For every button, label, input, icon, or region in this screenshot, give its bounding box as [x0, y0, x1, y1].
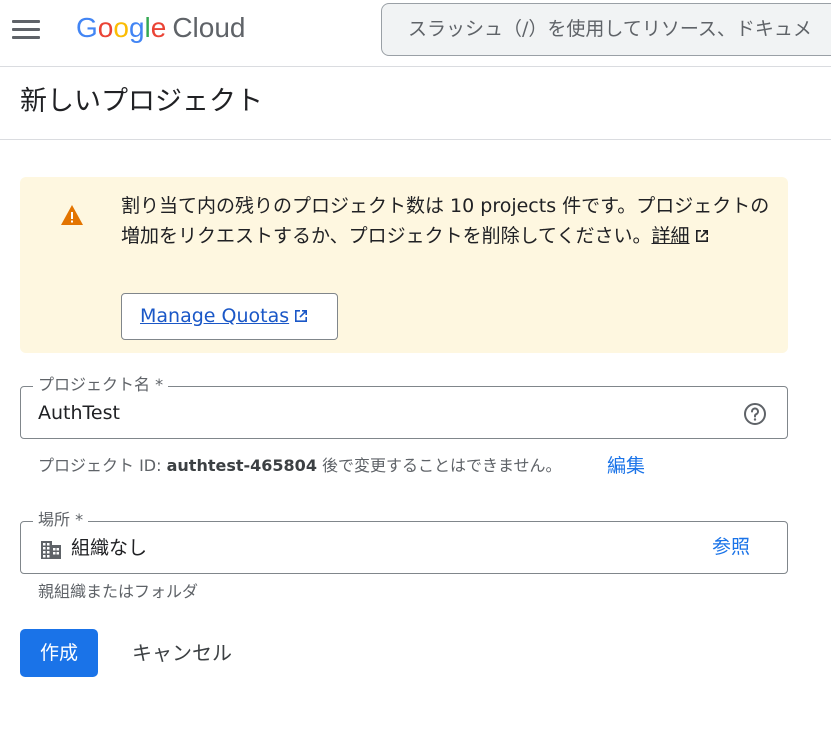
- project-id-value: authtest-465804: [166, 456, 317, 475]
- location-field[interactable]: 場所 * 組織なし 参照: [20, 509, 788, 574]
- search-input[interactable]: スラッシュ（/）を使用してリソース、ドキュメ: [381, 3, 831, 56]
- project-name-field[interactable]: プロジェクト名 * AuthTest: [20, 374, 788, 439]
- project-id-hint: プロジェクト ID: authtest-465804 後で変更することはできませ…: [38, 455, 562, 477]
- manage-quotas-label: Manage Quotas: [140, 305, 290, 327]
- page-header: 新しいプロジェクト: [0, 67, 831, 140]
- open-in-new-icon: [695, 230, 708, 242]
- warning-icon: [61, 205, 83, 225]
- help-icon[interactable]: [743, 402, 767, 426]
- location-label: 場所 *: [33, 509, 89, 531]
- location-hint: 親組織またはフォルダ: [38, 582, 199, 601]
- open-in-new-icon: [295, 310, 308, 322]
- top-app-bar: Google Cloud スラッシュ（/）を使用してリソース、ドキュメ: [0, 0, 831, 67]
- logo-google: Google: [76, 12, 167, 43]
- location-value: 組織なし: [71, 537, 148, 559]
- building-icon: [41, 541, 61, 559]
- google-cloud-logo[interactable]: Google Cloud: [76, 12, 246, 44]
- logo-cloud: Cloud: [172, 12, 246, 43]
- quota-warning-banner: 割り当て内の残りのプロジェクト数は 10 projects 件です。プロジェクト…: [20, 177, 788, 353]
- menu-icon[interactable]: [12, 18, 40, 42]
- quota-warning-text: 割り当て内の残りのプロジェクト数は 10 projects 件です。プロジェクト…: [121, 191, 771, 251]
- project-id-suffix: 後で変更することはできません。: [316, 456, 562, 475]
- manage-quotas-button[interactable]: Manage Quotas: [121, 293, 338, 340]
- page-title: 新しいプロジェクト: [20, 86, 263, 117]
- create-button[interactable]: 作成: [20, 629, 98, 677]
- browse-location-button[interactable]: 参照: [712, 534, 750, 560]
- project-id-prefix: プロジェクト ID:: [38, 456, 167, 475]
- edit-project-id-button[interactable]: 編集: [607, 453, 645, 479]
- project-name-input[interactable]: AuthTest: [38, 399, 120, 427]
- project-name-label: プロジェクト名 *: [33, 374, 169, 396]
- learn-more-link[interactable]: 詳細: [651, 225, 689, 247]
- cancel-button[interactable]: キャンセル: [112, 629, 252, 677]
